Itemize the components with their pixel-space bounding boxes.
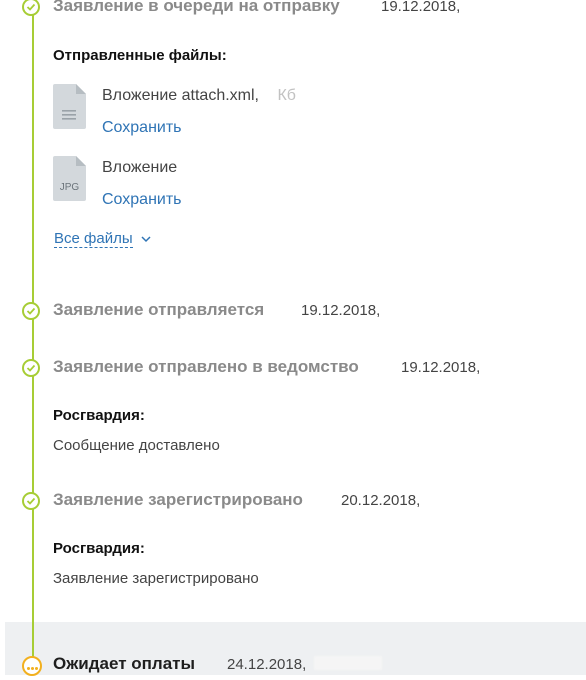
status-date: 19.12.2018, [401, 359, 481, 376]
status-title: Заявление в очереди на отправку [53, 0, 340, 15]
xml-file-icon [53, 84, 86, 129]
sent-files-label: Отправленные файлы: [53, 47, 227, 64]
jpg-file-icon: JPG [53, 156, 86, 201]
redacted-amount [314, 656, 382, 670]
status-sending: Заявление отправляется 19.12.2018, [0, 298, 586, 326]
status-registered: Заявление зарегистрировано 20.12.2018, [0, 488, 586, 516]
status-message: Сообщение доставлено [53, 437, 220, 454]
check-icon [22, 492, 40, 510]
pending-icon [22, 656, 42, 676]
org-label: Росгвардия: [53, 540, 145, 557]
status-queued: Заявление в очереди на отправку 19.12.20… [0, 0, 586, 22]
status-title: Заявление отправлено в ведомство [53, 357, 359, 376]
status-date: 19.12.2018, [381, 0, 461, 15]
check-icon [22, 302, 40, 320]
status-date: 20.12.2018, [341, 492, 421, 509]
status-title: Заявление зарегистрировано [53, 490, 303, 509]
status-awaiting-payment: Ожидает оплаты 24.12.2018, [0, 652, 586, 680]
file-type-label: JPG [59, 182, 80, 193]
save-link[interactable]: Сохранить [102, 119, 182, 137]
org-label: Росгвардия: [53, 407, 145, 424]
save-link[interactable]: Сохранить [102, 191, 182, 209]
status-sent-to-agency: Заявление отправлено в ведомство 19.12.2… [0, 355, 586, 383]
status-message: Заявление зарегистрировано [53, 570, 259, 587]
check-icon [22, 359, 40, 377]
chevron-down-icon [141, 236, 151, 242]
status-title: Заявление отправляется [53, 300, 265, 319]
status-date: 24.12.2018, [227, 656, 307, 673]
file-name: Вложение attach.xml, Кб [102, 87, 296, 104]
status-title: Ожидает оплаты [53, 654, 196, 673]
status-date: 19.12.2018, [301, 302, 381, 319]
check-icon [22, 0, 40, 16]
all-files-toggle[interactable]: Все файлы [54, 230, 151, 248]
file-name: Вложение [102, 159, 178, 176]
timeline-line [32, 0, 34, 660]
